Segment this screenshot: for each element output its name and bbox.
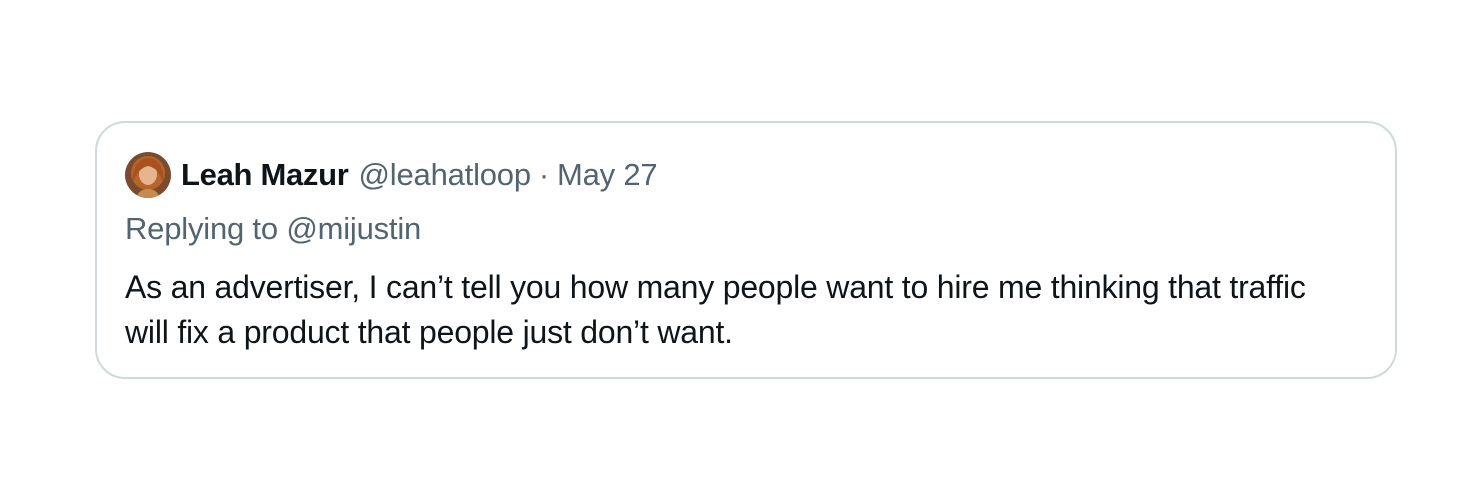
author-handle[interactable]: @leahatloop (359, 157, 532, 193)
tweet-date[interactable]: May 27 (557, 157, 658, 193)
replying-to-line: Replying to @mijustin (125, 211, 421, 247)
replying-to-prefix: Replying to (125, 211, 287, 246)
tweet-header: Leah Mazur @leahatloop · May 27 (125, 151, 658, 199)
author-display-name[interactable]: Leah Mazur (181, 157, 349, 193)
separator-dot: · (538, 157, 549, 192)
quoted-tweet-card[interactable]: Leah Mazur @leahatloop · May 27 Replying… (95, 121, 1397, 379)
tweet-text: As an advertiser, I can’t tell you how m… (125, 269, 1306, 350)
reply-mention-link[interactable]: @mijustin (286, 211, 421, 246)
profile-photo-icon (125, 152, 171, 198)
avatar[interactable] (125, 152, 171, 198)
